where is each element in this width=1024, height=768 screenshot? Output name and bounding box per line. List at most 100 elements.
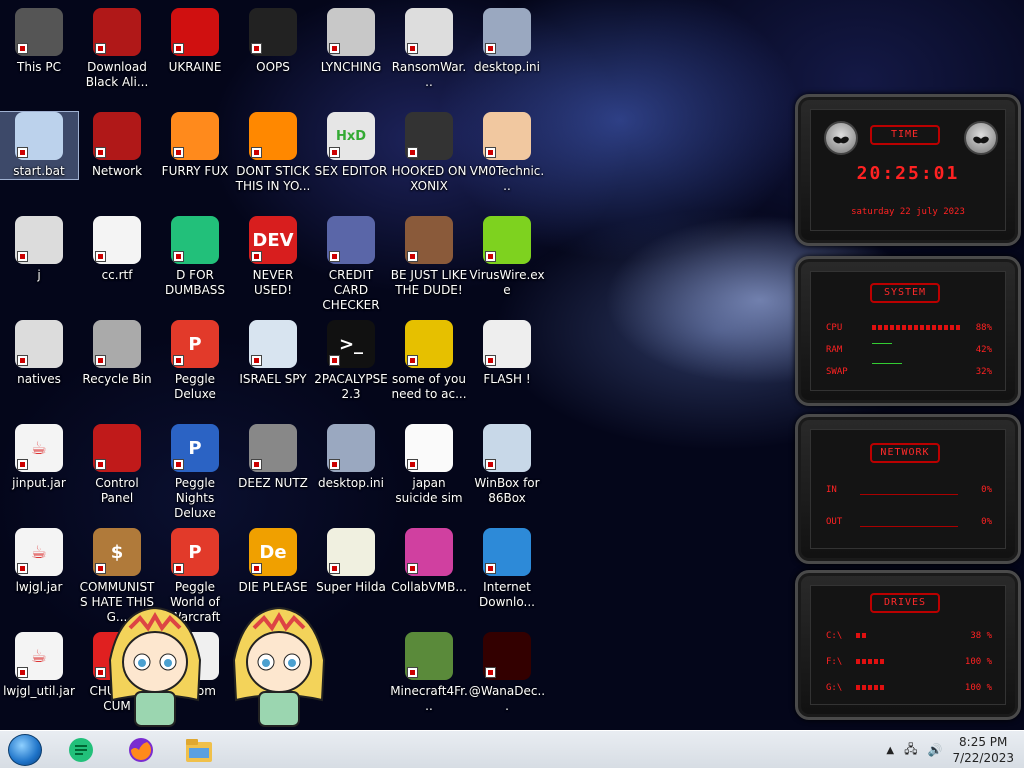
drive-value: 100 % bbox=[964, 657, 992, 667]
volume-icon[interactable]: 🔊 bbox=[928, 743, 943, 757]
desktop-icon-label: HOOKED ON XONIX bbox=[391, 164, 467, 193]
desktop-icon[interactable]: @WanaDec... bbox=[468, 632, 546, 714]
desktop-icon[interactable]: ISRAEL SPY bbox=[234, 320, 312, 387]
desktop-icon[interactable]: ☕ jinput.jar bbox=[0, 424, 78, 491]
sim-icon bbox=[405, 424, 453, 472]
star-butterfly-sticker bbox=[224, 600, 334, 730]
desktop-icon[interactable]: This PC bbox=[0, 8, 78, 75]
shortcut-arrow-icon bbox=[485, 459, 496, 470]
ransom-icon bbox=[249, 8, 297, 56]
firefox-taskbar-icon[interactable] bbox=[124, 734, 158, 766]
desktop-icon[interactable]: Download Black Ali... bbox=[78, 8, 156, 90]
shortcut-arrow-icon bbox=[95, 355, 106, 366]
desktop-icon[interactable]: CREDIT CARD CHECKER bbox=[312, 216, 390, 313]
desktop-icon[interactable]: DEEZ NUTZ bbox=[234, 424, 312, 491]
desktop-icon[interactable]: BE JUST LIKE THE DUDE! bbox=[390, 216, 468, 298]
shortcut-arrow-icon bbox=[407, 355, 418, 366]
shortcut-arrow-icon bbox=[17, 563, 28, 574]
cpu-label: CPU bbox=[826, 323, 843, 333]
desktop-icon[interactable]: VirusWire.exe bbox=[468, 216, 546, 298]
desktop-icon[interactable]: Control Panel bbox=[78, 424, 156, 506]
peggle-icon: P bbox=[171, 320, 219, 368]
money-bag-icon: $ bbox=[93, 528, 141, 576]
desktop-icon[interactable]: P Peggle Nights Deluxe bbox=[156, 424, 234, 521]
desktop-icon-label: Network bbox=[91, 164, 143, 178]
desktop-icon[interactable]: P Peggle Deluxe bbox=[156, 320, 234, 402]
show-hidden-icons-icon[interactable]: ▲ bbox=[886, 745, 894, 756]
star-butterfly-sticker bbox=[100, 600, 210, 730]
start-button[interactable] bbox=[8, 734, 42, 766]
shortcut-arrow-icon bbox=[407, 251, 418, 262]
desktop-icon[interactable]: D FOR DUMBASS bbox=[156, 216, 234, 298]
desktop-icon-label: lwjgl_util.jar bbox=[3, 684, 75, 698]
shortcut-arrow-icon bbox=[485, 43, 496, 54]
desktop-icon[interactable]: Recycle Bin bbox=[78, 320, 156, 387]
chat-icon bbox=[171, 216, 219, 264]
desktop-icon-label: RansomWar... bbox=[391, 60, 467, 89]
desktop-icon[interactable]: WinBox for 86Box bbox=[468, 424, 546, 506]
desktop-icon-label: WinBox for 86Box bbox=[474, 476, 540, 505]
desktop-icon-label: Control Panel bbox=[95, 476, 139, 505]
drive-row: C:\ 38 % bbox=[826, 631, 992, 641]
shortcut-arrow-icon bbox=[17, 667, 28, 678]
desktop-icon[interactable]: some of you need to ac... bbox=[390, 320, 468, 402]
desktop-icon[interactable]: Network bbox=[78, 112, 156, 179]
blank-icon bbox=[327, 632, 375, 680]
desktop-icon[interactable]: Internet Downlo... bbox=[468, 528, 546, 610]
desktop-icon[interactable]: FURRY FUX bbox=[156, 112, 234, 179]
java-icon: ☕ bbox=[15, 528, 63, 576]
desktop-icon[interactable]: desktop.ini bbox=[312, 424, 390, 491]
desktop-icon[interactable]: cc.rtf bbox=[78, 216, 156, 283]
desktop-icon[interactable]: HxD SEX EDITOR bbox=[312, 112, 390, 179]
desktop-icon[interactable]: OOPS bbox=[234, 8, 312, 75]
taskbar-clock[interactable]: 8:25 PM 7/22/2023 bbox=[952, 734, 1014, 766]
desktop-icon[interactable]: De DIE PLEASE bbox=[234, 528, 312, 595]
shortcut-arrow-icon bbox=[17, 43, 28, 54]
desktop-icon[interactable]: start.bat bbox=[0, 111, 79, 180]
drive-usage-bar bbox=[856, 633, 868, 638]
desktop-icon[interactable]: HOOKED ON XONIX bbox=[390, 112, 468, 194]
monitor-icon bbox=[405, 528, 453, 576]
desktop-icon[interactable]: ☕ lwjgl_util.jar bbox=[0, 632, 78, 699]
desktop-icon[interactable]: CollabVMB... bbox=[390, 528, 468, 595]
peggle-nights-icon: P bbox=[171, 424, 219, 472]
desktop-icon[interactable]: desktop.ini bbox=[468, 8, 546, 75]
out-graph bbox=[860, 526, 958, 527]
desktop-icon[interactable]: UKRAINE bbox=[156, 8, 234, 75]
drive-usage-bar bbox=[856, 659, 886, 664]
drive-label: C:\ bbox=[826, 631, 843, 641]
desktop-icon[interactable]: DONT STICK THIS IN YO... bbox=[234, 112, 312, 194]
devcpp-icon: DEV bbox=[249, 216, 297, 264]
desktop-icon-label: VM0Technic... bbox=[469, 164, 545, 193]
desktop-icon[interactable]: FLASH ! bbox=[468, 320, 546, 387]
desktop-icon-label: Download Black Ali... bbox=[85, 60, 149, 89]
desktop-icon[interactable]: ☕ lwjgl.jar bbox=[0, 528, 78, 595]
in-value: 0% bbox=[981, 485, 992, 495]
skull-icon bbox=[405, 8, 453, 56]
shortcut-arrow-icon bbox=[173, 43, 184, 54]
shortcut-arrow-icon bbox=[251, 355, 262, 366]
desktop-icon[interactable]: Super Hilda bbox=[312, 528, 390, 595]
alien-head-icon bbox=[964, 121, 998, 155]
desktop-icon[interactable]: LYNCHING bbox=[312, 8, 390, 75]
alien-head-icon bbox=[824, 121, 858, 155]
desktop-icon[interactable]: j bbox=[0, 216, 78, 283]
drives-widget: DRIVES C:\ 38 % F:\ 100 % G:\ 100 % bbox=[795, 570, 1021, 720]
chat-app-taskbar-icon[interactable] bbox=[64, 734, 98, 766]
desktop-icon[interactable]: >_ 2PACALYPSE 2.3 bbox=[312, 320, 390, 402]
desktop-icon[interactable]: VM0Technic... bbox=[468, 112, 546, 194]
desktop-icon[interactable]: natives bbox=[0, 320, 78, 387]
desktop-icon-label: NEVER USED! bbox=[252, 268, 294, 297]
desktop-icon[interactable]: japan suicide sim bbox=[390, 424, 468, 506]
shortcut-arrow-icon bbox=[407, 667, 418, 678]
desktop-icon[interactable]: DEV NEVER USED! bbox=[234, 216, 312, 298]
drives-title: DRIVES bbox=[870, 593, 940, 613]
file-explorer-taskbar-icon[interactable] bbox=[182, 734, 216, 766]
shortcut-arrow-icon bbox=[329, 251, 340, 262]
shortcut-arrow-icon bbox=[95, 43, 106, 54]
peggle-icon: P bbox=[171, 528, 219, 576]
network-title: NETWORK bbox=[870, 443, 940, 463]
desktop-icon[interactable]: RansomWar... bbox=[390, 8, 468, 90]
desktop-icon[interactable]: Minecraft4Fr... bbox=[390, 632, 468, 714]
network-icon[interactable]: 🖧 bbox=[904, 740, 917, 761]
